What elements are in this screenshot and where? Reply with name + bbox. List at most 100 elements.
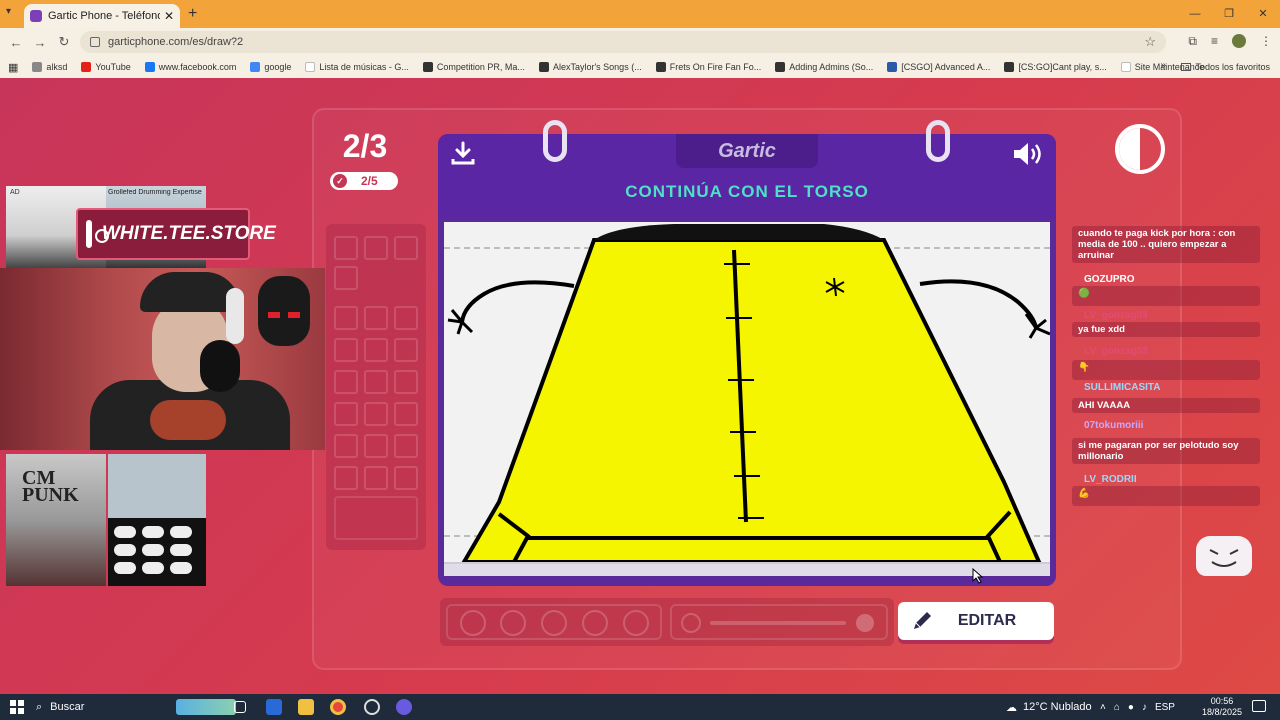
tray-expand-icon[interactable]: ˄ [1100, 702, 1106, 713]
bookmark-item[interactable]: Frets On Fire Fan Fo... [655, 62, 762, 72]
window-controls: — ❐ ✕ [1178, 0, 1280, 28]
album-slot [334, 266, 358, 290]
album-slot [334, 236, 358, 260]
address-bar: ← → ↻ garticphone.com/es/draw?2 ☆ ⧉ ≡ ⋮ [0, 28, 1280, 56]
task-view-icon[interactable] [234, 701, 246, 713]
chat-emote: 💪 [1072, 486, 1260, 506]
bookmark-label: www.facebook.com [158, 62, 237, 72]
reload-icon[interactable]: ↻ [52, 34, 76, 50]
brush-size-3[interactable] [541, 610, 567, 636]
new-tab-icon[interactable]: + [188, 5, 197, 23]
bookmark-favicon-icon [655, 62, 666, 72]
brush-size-4[interactable] [582, 610, 608, 636]
bookmark-star-icon[interactable]: ☆ [1144, 34, 1156, 50]
bookmark-favicon-icon [1004, 62, 1015, 72]
opacity-slider[interactable] [710, 621, 846, 625]
streamer-webcam [0, 268, 325, 450]
language-indicator[interactable]: ESP [1155, 702, 1175, 713]
url-input[interactable]: garticphone.com/es/draw?2 ☆ [80, 31, 1166, 53]
all-bookmarks-label: Todos los favoritos [1195, 62, 1270, 72]
media-icon[interactable]: ≡ [1211, 34, 1218, 49]
bookmark-item[interactable]: alksd [32, 62, 67, 72]
menu-icon[interactable]: ⋮ [1260, 34, 1272, 49]
speaker-icon[interactable]: ♪ [1142, 702, 1147, 713]
all-bookmarks[interactable]: Todos los favoritos [1181, 56, 1270, 78]
round-counter: 2/3 [342, 128, 388, 164]
close-tab-icon[interactable]: ✕ [164, 9, 174, 23]
file-explorer-icon[interactable] [298, 699, 314, 715]
chat-username: LV_gonzag03 [1084, 310, 1148, 321]
bookmark-favicon-icon [250, 62, 261, 72]
bookmark-label: [CS:GO]Cant play, s... [1018, 62, 1107, 72]
chrome-icon[interactable] [330, 699, 346, 715]
restore-icon[interactable]: ❐ [1212, 0, 1246, 28]
bookmark-favicon-icon [305, 62, 316, 72]
drawing-canvas[interactable] [444, 222, 1050, 562]
weather-widget[interactable]: ☁ 12°C Nublado [1006, 694, 1092, 720]
bookmark-item[interactable]: Adding Admins (So... [775, 62, 873, 72]
discord-icon[interactable] [396, 699, 412, 715]
close-window-icon[interactable]: ✕ [1246, 0, 1280, 28]
download-icon[interactable] [450, 140, 476, 166]
brush-size-2[interactable] [500, 610, 526, 636]
calculator-icon[interactable] [266, 699, 282, 715]
more-bookmarks-icon[interactable]: » [1160, 60, 1166, 71]
mic-icon[interactable]: ● [1128, 702, 1134, 713]
poster-image: CM PUNK [6, 454, 106, 586]
album-slot [334, 338, 358, 362]
notifications-icon[interactable] [1252, 700, 1266, 712]
album-slot [364, 402, 388, 426]
poster-text: CM PUNK [22, 467, 79, 506]
album-slot [334, 466, 358, 490]
site-info-icon[interactable] [90, 37, 100, 47]
network-icon[interactable]: ⌂ [1114, 702, 1120, 713]
album-slot [364, 466, 388, 490]
opacity-min[interactable] [681, 613, 701, 633]
bookmark-favicon-icon [887, 62, 898, 72]
bookmark-label: Frets On Fire Fan Fo... [669, 62, 762, 72]
bookmarks-bar: ▦ alksd YouTube www.facebook.com google List… [0, 56, 1280, 78]
back-icon[interactable]: ← [4, 35, 28, 50]
bookmark-item[interactable]: [CS:GO]Cant play, s... [1004, 62, 1107, 72]
chat-emote: 🟢 [1072, 286, 1260, 306]
album-slot [364, 306, 388, 330]
bookmark-item[interactable]: Competition PR, Ma... [422, 62, 525, 72]
bookmark-label: Competition PR, Ma... [436, 62, 525, 72]
tab-search-icon[interactable]: ▾ [6, 6, 11, 17]
windows-start-icon[interactable] [10, 700, 24, 714]
volume-icon[interactable] [1012, 140, 1044, 168]
extensions-icon[interactable]: ⧉ [1188, 34, 1197, 49]
microphone [200, 340, 240, 392]
binder-ring-left-icon [543, 120, 567, 162]
edit-button[interactable]: EDITAR [898, 602, 1054, 640]
tab-gartic[interactable]: Gartic Phone - Teléfono Descontrolado ✕ [24, 4, 180, 28]
bookmark-item[interactable]: google [250, 62, 291, 72]
clock[interactable]: 00:56 18/8/2025 [1198, 696, 1246, 718]
apps-icon[interactable]: ▦ [8, 61, 18, 74]
bookmark-label: AlexTaylor's Songs (... [552, 62, 642, 72]
taskbar-search[interactable]: ⌕ Buscar [36, 694, 84, 720]
bookmark-label: YouTube [95, 62, 131, 72]
chat-username: LV_gonzag03 [1084, 346, 1148, 357]
bookmark-item[interactable]: [CSGO] Advanced A... [887, 62, 990, 72]
contrast-toggle-icon[interactable] [1115, 124, 1165, 174]
album-slot [394, 338, 418, 362]
pencil-icon [914, 612, 931, 629]
bookmark-item[interactable]: AlexTaylor's Songs (... [538, 62, 642, 72]
brush-size-1[interactable] [460, 610, 486, 636]
obs-icon[interactable] [364, 699, 380, 715]
bookmark-item[interactable]: Lista de músicas - G... [305, 62, 409, 72]
profile-avatar-icon[interactable] [1232, 34, 1246, 48]
players-done-count: 2/5 [361, 174, 378, 188]
forward-icon[interactable]: → [28, 35, 52, 50]
album-slot [394, 402, 418, 426]
minimize-icon[interactable]: — [1178, 0, 1212, 28]
bookmark-item[interactable]: YouTube [81, 62, 131, 72]
opacity-slider-handle[interactable] [856, 614, 874, 632]
clock-date: 18/8/2025 [1201, 707, 1243, 717]
chat-username: SULLIMICASITA [1084, 382, 1161, 393]
bookmark-item[interactable]: www.facebook.com [144, 62, 237, 72]
brush-size-5[interactable] [623, 610, 649, 636]
product-image [108, 454, 206, 586]
bookmark-label: alksd [46, 62, 68, 72]
